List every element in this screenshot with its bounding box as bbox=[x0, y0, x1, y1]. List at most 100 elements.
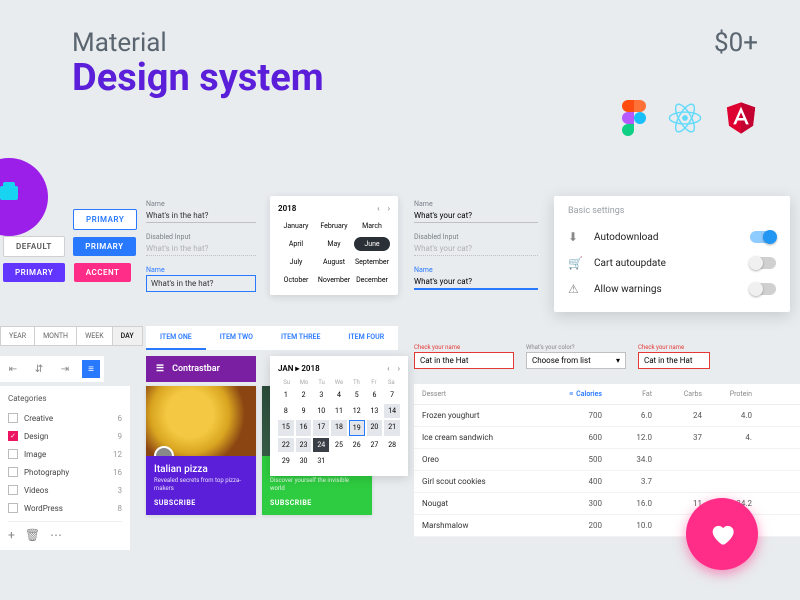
table-row[interactable]: Frozen youghurt7006.0244.0 bbox=[414, 405, 800, 427]
subscribe-button[interactable]: SUBSCRIBE bbox=[270, 499, 364, 507]
segmented-control[interactable]: YEARMONTHWEEKDAY bbox=[0, 326, 143, 346]
date-cell[interactable]: 22 bbox=[278, 438, 294, 452]
table-row[interactable]: Ice cream sandwich60012.0374. bbox=[414, 427, 800, 449]
month-cell[interactable]: January bbox=[278, 219, 314, 233]
align-left-icon[interactable]: ⇤ bbox=[4, 360, 22, 378]
checkbox[interactable]: ✓ bbox=[8, 431, 18, 441]
th-fat[interactable]: Fat bbox=[602, 390, 652, 398]
month-cell[interactable]: June bbox=[354, 237, 390, 251]
tab[interactable]: ITEM THREE bbox=[267, 326, 334, 350]
align-right-icon[interactable]: ⇥ bbox=[56, 360, 74, 378]
month-cell[interactable]: April bbox=[278, 237, 314, 251]
autodownload-toggle[interactable] bbox=[750, 231, 776, 243]
date-picker[interactable]: JAN ▸ 2018 ‹› SuMoTuWeThFrSa 12345678910… bbox=[270, 356, 408, 476]
primary-flat-button[interactable]: PRIMARY bbox=[3, 263, 65, 282]
menu-icon[interactable]: ☰ bbox=[156, 364, 164, 374]
check-name-input[interactable] bbox=[414, 352, 514, 369]
date-cell[interactable]: 14 bbox=[384, 404, 400, 418]
checkbox[interactable] bbox=[8, 485, 18, 495]
date-cell[interactable]: 28 bbox=[384, 438, 400, 452]
date-cell[interactable]: 18 bbox=[331, 420, 347, 436]
table-row[interactable]: Oreo50034.0 bbox=[414, 449, 800, 471]
trash-icon[interactable]: 🗑 bbox=[25, 528, 40, 542]
favorite-fab[interactable] bbox=[686, 498, 758, 570]
month-cell[interactable]: May bbox=[316, 237, 352, 251]
date-cell[interactable]: 15 bbox=[278, 420, 294, 436]
prev-icon[interactable]: ‹ bbox=[377, 204, 379, 213]
date-cell[interactable]: 2 bbox=[296, 388, 312, 402]
segment-year[interactable]: YEAR bbox=[1, 327, 35, 345]
tab[interactable]: ITEM FOUR bbox=[334, 326, 398, 350]
cart-toggle[interactable] bbox=[750, 257, 776, 269]
primary-outline-button[interactable]: PRIMARY bbox=[73, 209, 137, 230]
default-button[interactable]: DEFAULT bbox=[3, 236, 65, 257]
contrast-bar[interactable]: ☰ Contrastbar bbox=[146, 356, 256, 382]
category-row[interactable]: Videos3 bbox=[8, 481, 122, 499]
check-name2-input[interactable] bbox=[638, 352, 710, 369]
date-cell[interactable]: 3 bbox=[313, 388, 329, 402]
th-dessert[interactable]: Dessert bbox=[422, 390, 542, 398]
date-cell[interactable]: 17 bbox=[313, 420, 329, 436]
month-cell[interactable]: October bbox=[278, 273, 314, 287]
date-cell[interactable]: 25 bbox=[331, 438, 347, 452]
date-cell[interactable]: 23 bbox=[296, 438, 312, 452]
tab[interactable]: ITEM TWO bbox=[206, 326, 267, 350]
date-cell[interactable]: 19 bbox=[349, 420, 365, 436]
cat-input[interactable] bbox=[414, 209, 538, 223]
date-cell[interactable]: 27 bbox=[367, 438, 383, 452]
cat-active-input[interactable] bbox=[414, 275, 538, 290]
primary-button[interactable]: PRIMARY bbox=[73, 237, 135, 256]
month-cell[interactable]: February bbox=[316, 219, 352, 233]
color-select[interactable]: Choose from list▾ bbox=[526, 352, 626, 369]
segment-week[interactable]: WEEK bbox=[77, 327, 113, 345]
checkbox[interactable] bbox=[8, 449, 18, 459]
category-row[interactable]: Photography16 bbox=[8, 463, 122, 481]
checkbox[interactable] bbox=[8, 413, 18, 423]
month-picker[interactable]: 2018 ‹› JanuaryFebruaryMarchAprilMayJune… bbox=[270, 196, 398, 295]
month-cell[interactable]: August bbox=[316, 255, 352, 269]
month-cell[interactable]: March bbox=[354, 219, 390, 233]
align-justify-icon[interactable]: ≡ bbox=[82, 360, 100, 378]
date-cell[interactable]: 13 bbox=[367, 404, 383, 418]
category-row[interactable]: WordPress8 bbox=[8, 499, 122, 517]
date-cell[interactable]: 8 bbox=[278, 404, 294, 418]
th-calories[interactable]: ≡Calories bbox=[542, 390, 602, 398]
month-cell[interactable]: September bbox=[354, 255, 390, 269]
date-cell[interactable]: 5 bbox=[349, 388, 365, 402]
align-center-icon[interactable]: ⇵ bbox=[30, 360, 48, 378]
name-input[interactable] bbox=[146, 209, 256, 223]
month-cell[interactable]: December bbox=[354, 273, 390, 287]
name-boxed-input[interactable] bbox=[146, 275, 256, 292]
date-cell[interactable]: 10 bbox=[313, 404, 329, 418]
card-pizza[interactable]: Italian pizza Revealed secrets from top … bbox=[146, 386, 256, 515]
date-cell[interactable]: 9 bbox=[296, 404, 312, 418]
subscribe-button[interactable]: SUBSCRIBE bbox=[154, 499, 248, 507]
more-icon[interactable]: ⋯ bbox=[50, 528, 62, 542]
month-cell[interactable]: November bbox=[316, 273, 352, 287]
date-cell[interactable]: 29 bbox=[278, 454, 294, 468]
date-cell[interactable]: 11 bbox=[331, 404, 347, 418]
next-icon[interactable]: › bbox=[388, 204, 390, 213]
accent-button[interactable]: ACCENT bbox=[74, 263, 132, 282]
th-carbs[interactable]: Carbs bbox=[652, 390, 702, 398]
checkbox[interactable] bbox=[8, 467, 18, 477]
date-cell[interactable]: 1 bbox=[278, 388, 294, 402]
date-cell[interactable]: 21 bbox=[384, 420, 400, 436]
date-cell[interactable]: 7 bbox=[384, 388, 400, 402]
date-cell[interactable]: 16 bbox=[296, 420, 312, 436]
month-cell[interactable]: July bbox=[278, 255, 314, 269]
table-row[interactable]: Girl scout cookies4003.7 bbox=[414, 471, 800, 493]
date-cell[interactable]: 4 bbox=[331, 388, 347, 402]
segment-day[interactable]: DAY bbox=[113, 327, 142, 345]
checkbox[interactable] bbox=[8, 503, 18, 513]
segment-month[interactable]: MONTH bbox=[35, 327, 77, 345]
category-row[interactable]: Image12 bbox=[8, 445, 122, 463]
next-icon[interactable]: › bbox=[398, 364, 400, 373]
prev-icon[interactable]: ‹ bbox=[387, 364, 389, 373]
warnings-toggle[interactable] bbox=[750, 283, 776, 295]
date-cell[interactable]: 20 bbox=[367, 420, 383, 436]
category-row[interactable]: ✓Design9 bbox=[8, 427, 122, 445]
category-row[interactable]: Creative6 bbox=[8, 409, 122, 427]
date-picker-month[interactable]: JAN ▸ 2018 bbox=[278, 364, 320, 373]
date-cell[interactable]: 12 bbox=[349, 404, 365, 418]
